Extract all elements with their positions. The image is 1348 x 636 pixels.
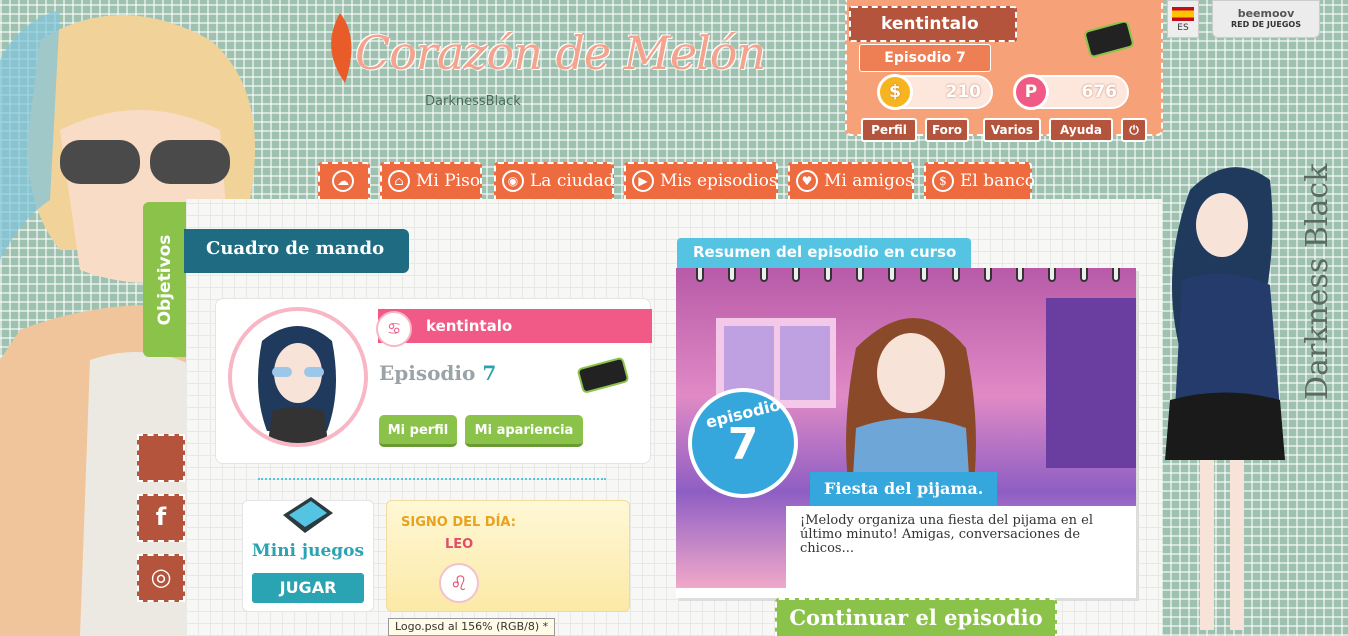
leo-zodiac-icon: ♌ — [439, 563, 479, 603]
objectives-tab[interactable]: Objetivos — [143, 202, 186, 357]
binder-ring — [1112, 268, 1120, 282]
binder-ring — [856, 268, 864, 282]
profile-episode: Episodio 7 — [379, 361, 497, 385]
social-button-blank[interactable] — [137, 434, 185, 482]
power-button[interactable]: ⏻ — [1121, 118, 1147, 142]
profile-card: kentintalo ♋ Episodio 7 Mi perfil Mi apa… — [215, 298, 652, 464]
tooltip: Logo.psd al 156% (RGB/8) * — [388, 618, 556, 636]
sign-of-day-card: SIGNO DEL DÍA: LEO ♌ — [386, 500, 630, 612]
continue-episode-button[interactable]: Continuar el episodio — [775, 598, 1057, 636]
points-counter: P 676 — [1013, 74, 1129, 110]
facebook-icon: f — [155, 503, 167, 531]
coin-icon: $ — [932, 170, 954, 192]
profile-name-bar: kentintalo — [378, 309, 652, 343]
watermark: Darkness Black — [1300, 163, 1335, 400]
binder-ring — [824, 268, 832, 282]
nav-mi-piso[interactable]: ⌂ Mi Piso — [380, 162, 482, 200]
pa-points-icon: P — [1013, 74, 1049, 110]
network-label: RED DE JUEGOS — [1230, 20, 1301, 29]
binder-ring — [1016, 268, 1024, 282]
binder-ring — [888, 268, 896, 282]
binder-ring — [920, 268, 928, 282]
minigames-card: Mini juegos JUGAR — [242, 497, 374, 612]
help-button[interactable]: Ayuda — [1049, 118, 1113, 142]
nav-mi-amigos[interactable]: ♥ Mi amigos — [788, 162, 914, 200]
episode-description: ¡Melody organiza una fiesta del pijama e… — [786, 506, 1136, 588]
player-episode: Episodio 7 — [859, 44, 991, 72]
logo-title: Corazón de Melón — [355, 26, 766, 80]
network-badge[interactable]: beemoov RED DE JUEGOS — [1212, 0, 1320, 38]
minigames-title: Mini juegos — [251, 541, 365, 561]
house-icon: ⌂ — [388, 170, 410, 192]
nav-mis-episodios[interactable]: ▶ Mis episodios — [624, 162, 778, 200]
heart-icon: ♥ — [796, 170, 818, 192]
sign-title: SIGNO DEL DÍA: — [401, 515, 516, 530]
dashboard-title: Cuadro de mando — [184, 229, 409, 273]
binder-ring — [1080, 268, 1088, 282]
binder-ring — [696, 268, 704, 282]
episode-title: Fiesta del pijama. — [810, 472, 998, 506]
beemoov-logo: beemoov — [1237, 7, 1295, 20]
binder-ring — [760, 268, 768, 282]
nav-la-ciudad[interactable]: ◉ La ciudad — [494, 162, 615, 200]
map-pin-icon: ◉ — [502, 170, 524, 192]
phone-icon[interactable] — [576, 357, 632, 393]
language-selector[interactable]: ES — [1167, 0, 1199, 38]
misc-button[interactable]: Varios — [983, 118, 1041, 142]
binder-ring — [728, 268, 736, 282]
facebook-button[interactable]: f — [137, 494, 185, 542]
coins-counter: $ 210 — [877, 74, 993, 110]
binder-ring — [1048, 268, 1056, 282]
nav-home[interactable]: ☁ — [318, 162, 370, 200]
divider — [258, 478, 606, 480]
home-cloud-icon: ☁ — [332, 170, 354, 192]
player-name[interactable]: kentintalo — [849, 6, 1017, 42]
game-logo[interactable]: Corazón de Melón DarknessBlack — [315, 8, 766, 128]
binder-ring — [792, 268, 800, 282]
binder-ring — [952, 268, 960, 282]
forum-button[interactable]: Foro — [925, 118, 969, 142]
handheld-console-icon — [283, 497, 333, 533]
play-icon: ▶ — [632, 170, 654, 192]
instagram-icon: ◎ — [150, 563, 172, 591]
cancer-zodiac-icon: ♋ — [376, 311, 412, 347]
avatar[interactable] — [228, 307, 368, 447]
my-profile-button[interactable]: Mi perfil — [379, 415, 457, 447]
nav-el-banco[interactable]: $ El banco — [924, 162, 1035, 200]
episode-summary-card[interactable]: episodio 7 Fiesta del pijama. ¡Melody or… — [676, 268, 1136, 598]
phone-icon[interactable] — [1083, 22, 1135, 58]
coin-icon: $ — [877, 74, 913, 110]
episode-badge: episodio 7 — [688, 388, 798, 498]
logo-subtitle: DarknessBlack — [425, 94, 521, 109]
instagram-button[interactable]: ◎ — [137, 554, 185, 602]
play-button[interactable]: JUGAR — [252, 573, 364, 603]
power-icon: ⏻ — [1129, 123, 1139, 137]
my-appearance-button[interactable]: Mi apariencia — [465, 415, 583, 447]
binder-ring — [984, 268, 992, 282]
episode-scene-illustration: episodio 7 Fiesta del pijama. ¡Melody or… — [676, 268, 1136, 588]
sign-name: LEO — [445, 537, 474, 552]
episode-summary-tab: Resumen del episodio en curso — [677, 238, 971, 268]
player-panel: kentintalo Episodio 7 $ 210 P 676 Perfil… — [845, 0, 1163, 142]
profile-button[interactable]: Perfil — [861, 118, 917, 142]
spain-flag-icon — [1172, 7, 1194, 21]
